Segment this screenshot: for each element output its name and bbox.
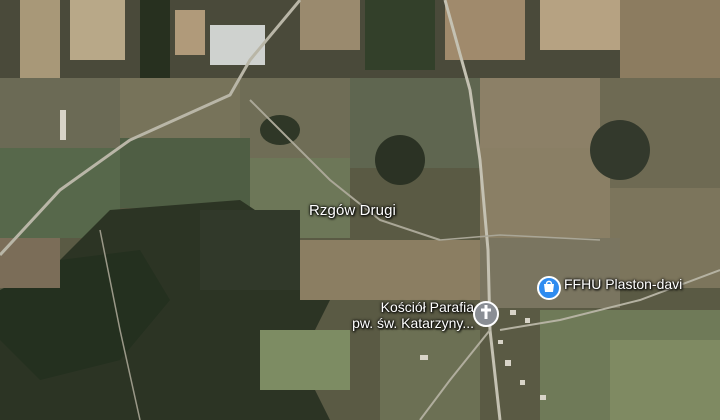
town-label[interactable]: Rzgów Drugi <box>309 202 396 219</box>
church-name-line1: Kościół Parafia <box>380 299 474 315</box>
church-pin[interactable] <box>473 301 499 327</box>
cross-icon <box>479 304 493 325</box>
shopping-bag-icon <box>542 279 556 298</box>
business-label[interactable]: FFHU Plaston-davi <box>564 276 682 292</box>
church-name-line2: pw. św. Katarzyny... <box>352 315 474 331</box>
business-pin[interactable] <box>537 276 561 300</box>
satellite-map[interactable]: Rzgów Drugi Kościół Parafia pw. św. Kata… <box>0 0 720 420</box>
church-label[interactable]: Kościół Parafia pw. św. Katarzyny... <box>328 299 474 331</box>
